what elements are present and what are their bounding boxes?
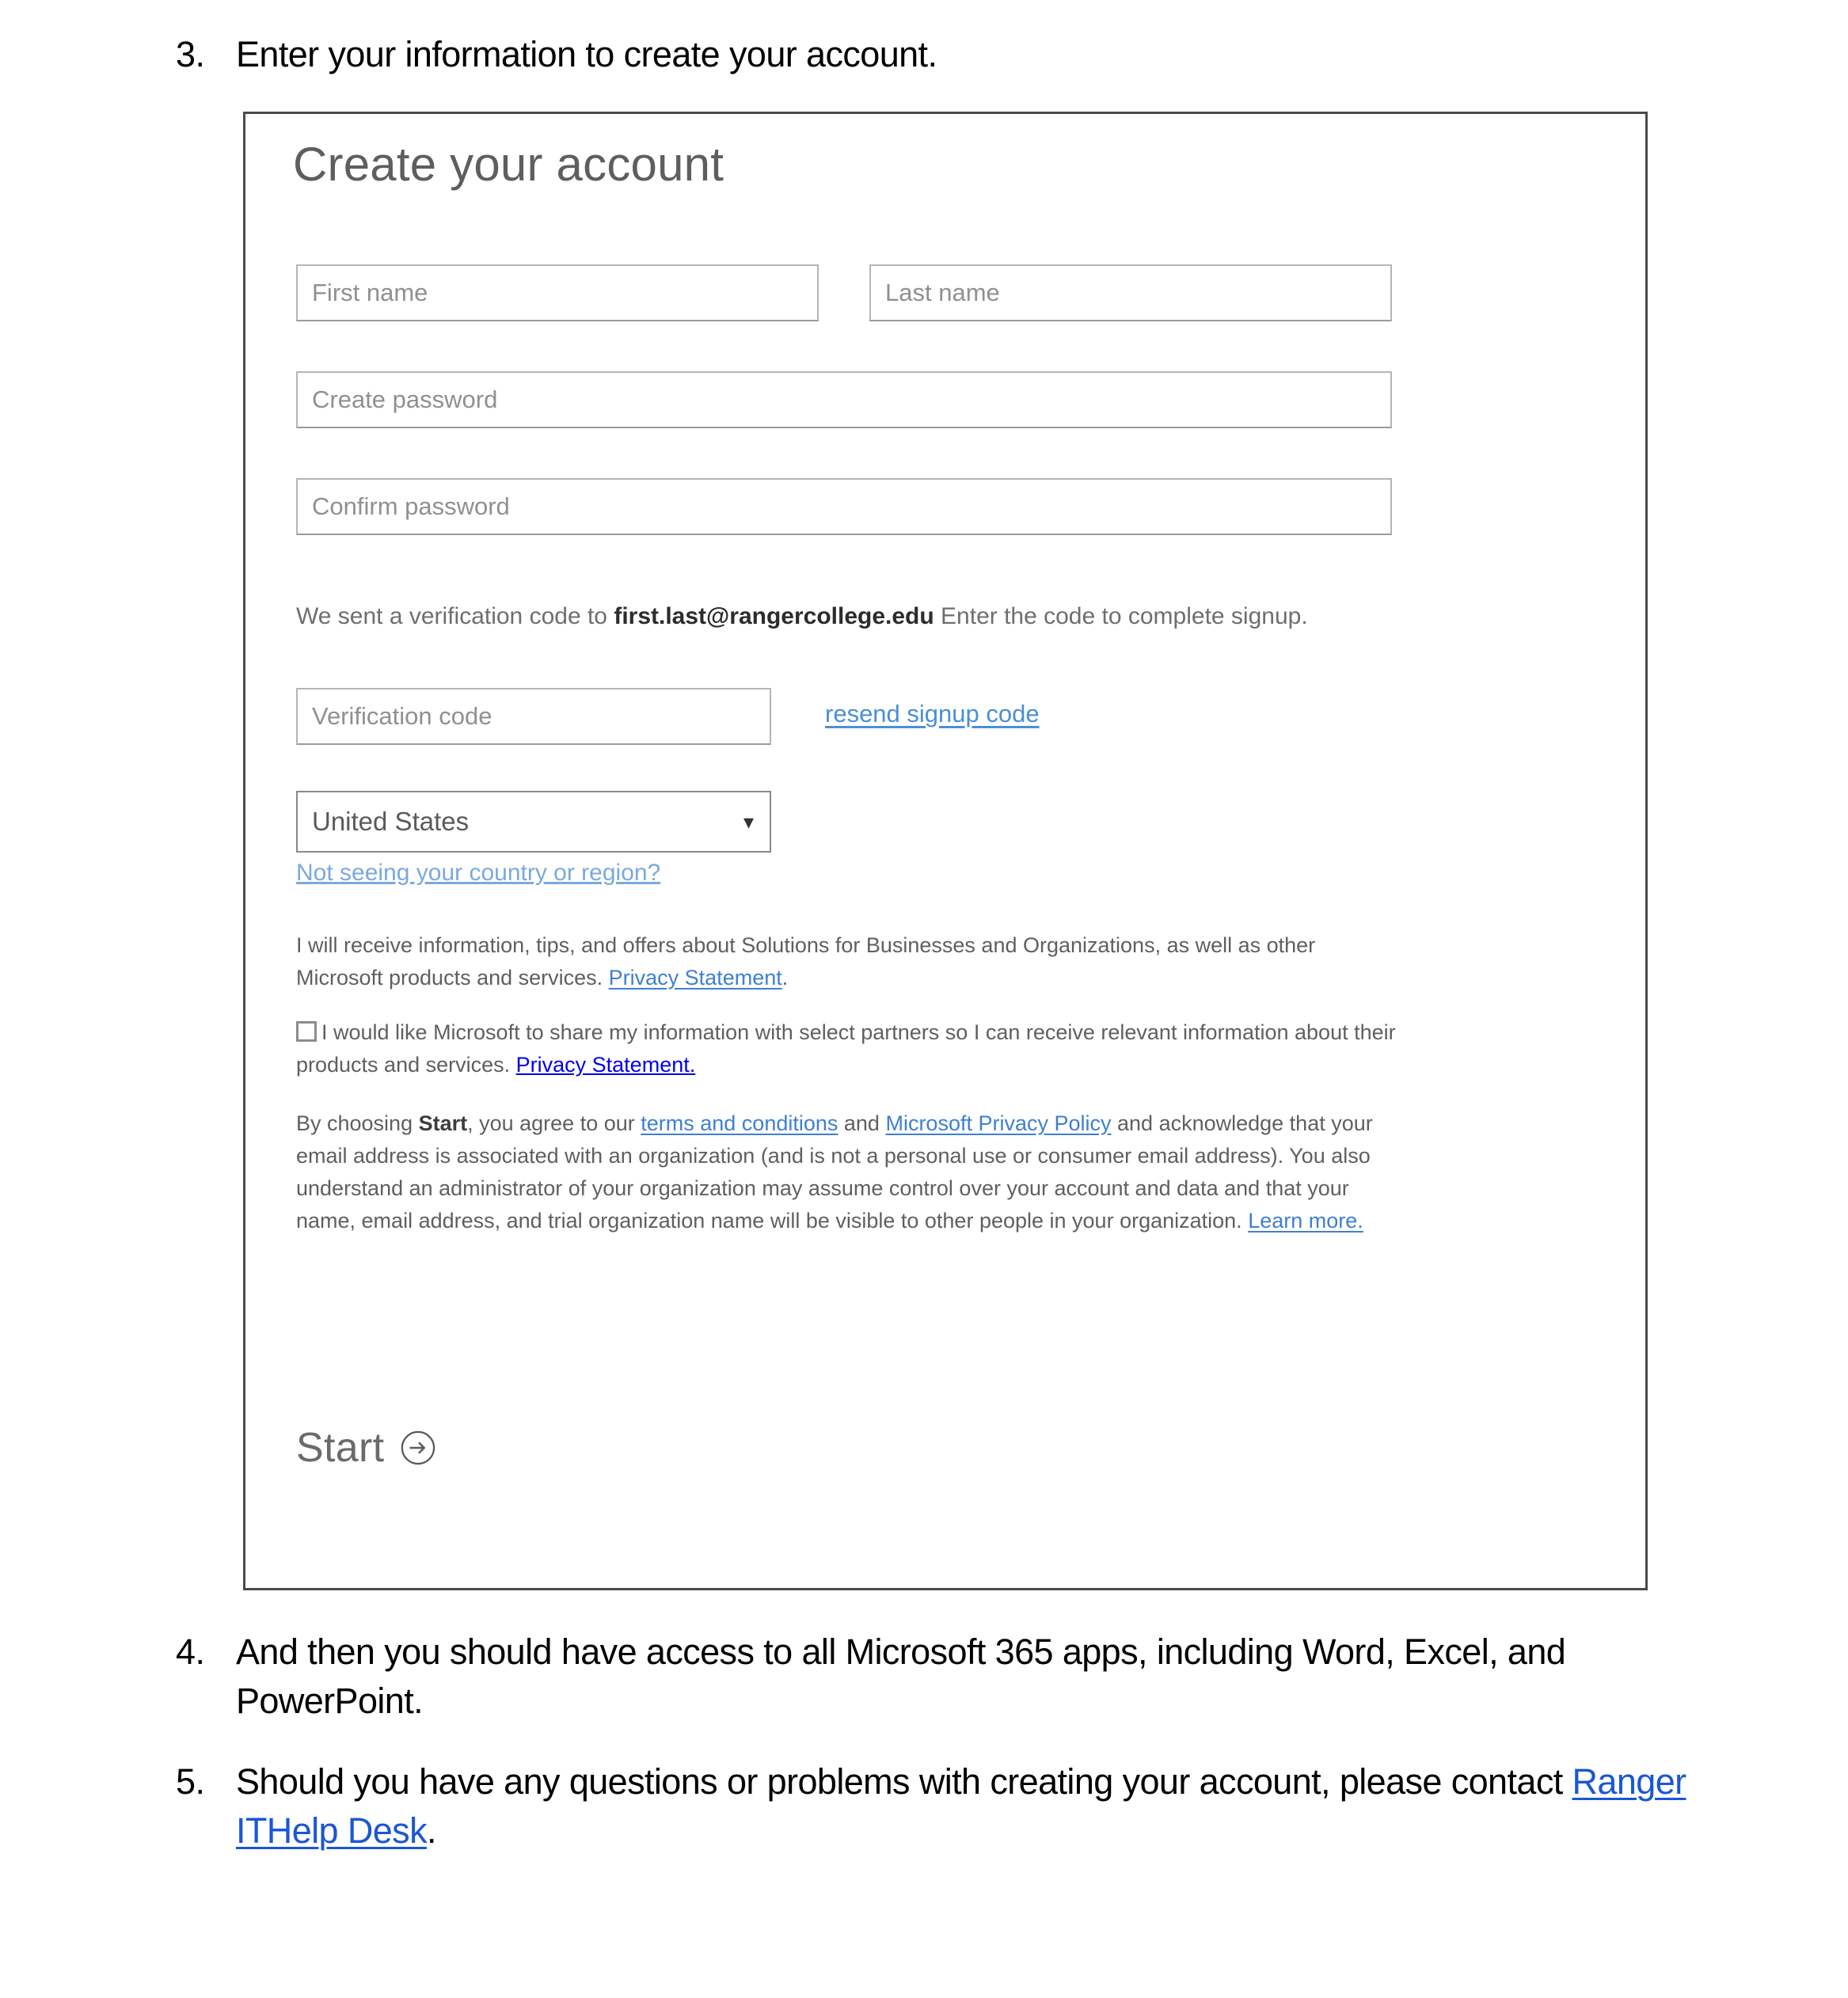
- country-select-value: United States: [312, 807, 470, 836]
- partners-consent-row: I would like Microsoft to share my infor…: [296, 1016, 1405, 1081]
- microsoft-privacy-policy-link[interactable]: Microsoft Privacy Policy: [885, 1111, 1111, 1135]
- confirm-password-placeholder: Confirm password: [312, 492, 510, 520]
- privacy-statement-link-1[interactable]: Privacy Statement: [609, 966, 782, 990]
- terms-paragraph: By choosing Start, you agree to our term…: [296, 1107, 1405, 1237]
- embedded-screenshot: Create your account First name Last name…: [243, 112, 1648, 1590]
- first-name-input[interactable]: First name: [296, 264, 819, 321]
- list-item-step-4: 4. And then you should have access to al…: [176, 1628, 1751, 1726]
- list-number: 3.: [176, 34, 205, 74]
- page-title: Create your account: [293, 138, 724, 191]
- list-number: 4.: [176, 1631, 205, 1672]
- list-item-step-5: 5. Should you have any questions or prob…: [176, 1757, 1751, 1856]
- partners-consent-text: I would like Microsoft to share my infor…: [296, 1020, 1396, 1077]
- list-text: And then you should have access to all M…: [236, 1631, 1566, 1721]
- last-name-input[interactable]: Last name: [869, 264, 1392, 321]
- arrow-right-circle-icon: [400, 1430, 436, 1466]
- last-name-placeholder: Last name: [885, 279, 1000, 306]
- verification-message: We sent a verification code to first.las…: [296, 598, 1397, 634]
- list-number: 5.: [176, 1761, 205, 1802]
- confirm-password-input[interactable]: Confirm password: [296, 478, 1392, 535]
- terms-text-1: By choosing: [296, 1111, 419, 1135]
- start-button-label: Start: [296, 1425, 385, 1471]
- verification-text-before: We sent a verification code to: [296, 603, 614, 629]
- terms-and-conditions-link[interactable]: terms and conditions: [641, 1111, 838, 1135]
- list-item-step-3: 3. Enter your information to create your…: [176, 30, 1680, 79]
- offers-consent-paragraph: I will receive information, tips, and of…: [296, 929, 1405, 994]
- verification-code-placeholder: Verification code: [312, 702, 492, 730]
- offers-consent-text-end: .: [781, 966, 789, 990]
- list-text: Should you have any questions or problem…: [236, 1757, 1751, 1856]
- country-select[interactable]: United States ▾: [296, 791, 771, 853]
- create-password-input[interactable]: Create password: [296, 371, 1392, 428]
- chevron-down-icon: ▾: [743, 810, 754, 834]
- learn-more-link[interactable]: Learn more.: [1248, 1209, 1363, 1233]
- create-password-placeholder: Create password: [312, 386, 498, 413]
- verification-code-input[interactable]: Verification code: [296, 688, 771, 745]
- privacy-statement-link-2[interactable]: Privacy Statement.: [516, 1053, 696, 1077]
- step5-text-before: Should you have any questions or problem…: [236, 1761, 1572, 1802]
- list-text: Enter your information to create your ac…: [236, 34, 937, 74]
- verification-email: first.last@rangercollege.edu: [614, 603, 934, 629]
- verification-text-after: Enter the code to complete signup.: [934, 603, 1308, 629]
- offers-consent-text: I will receive information, tips, and of…: [296, 933, 1316, 990]
- step5-text-after: .: [426, 1810, 437, 1851]
- terms-text-2: , you agree to our: [467, 1111, 641, 1135]
- first-name-placeholder: First name: [312, 279, 428, 306]
- start-button[interactable]: Start: [296, 1424, 436, 1472]
- partners-consent-paragraph: I would like Microsoft to share my infor…: [296, 1016, 1405, 1081]
- resend-signup-code-link[interactable]: resend signup code: [825, 700, 1040, 728]
- terms-start-bold: Start: [418, 1111, 468, 1135]
- terms-text-3: and: [838, 1111, 886, 1135]
- not-seeing-country-link[interactable]: Not seeing your country or region?: [296, 860, 660, 887]
- share-info-checkbox[interactable]: [296, 1021, 317, 1042]
